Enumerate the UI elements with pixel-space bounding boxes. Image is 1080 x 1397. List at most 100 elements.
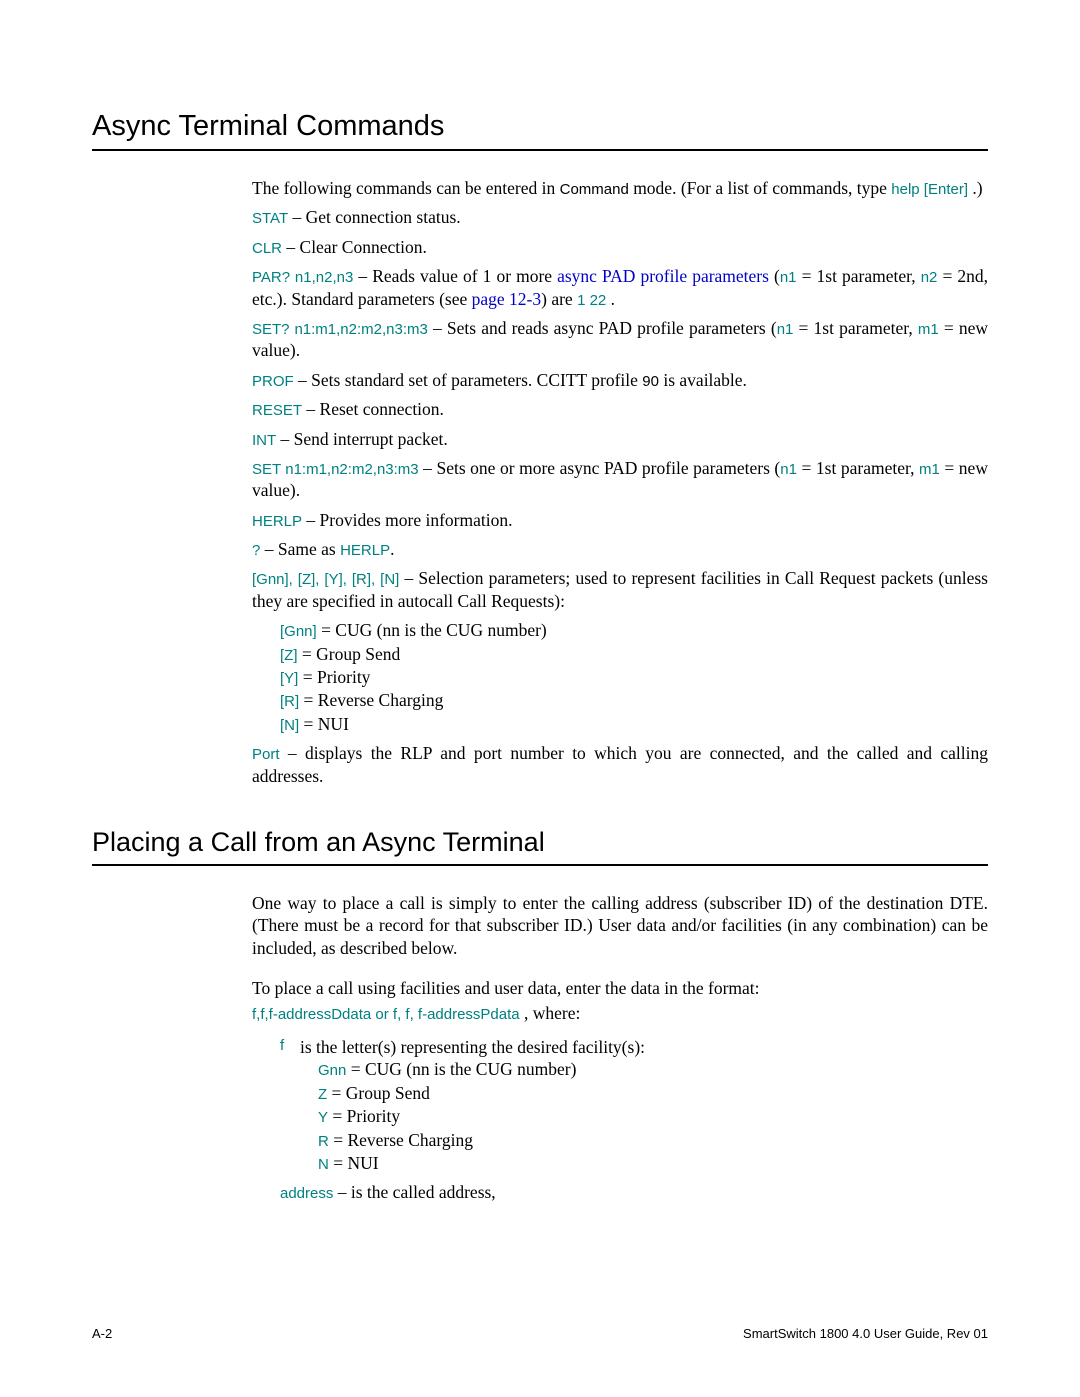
list-item: Gnn = CUG (nn is the CUG number): [318, 1058, 645, 1080]
text: = CUG (nn is the CUG number): [346, 1059, 576, 1079]
text: = Priority: [328, 1106, 400, 1126]
cmd-clr: CLR: [252, 240, 282, 257]
param-n1: n1: [780, 269, 797, 286]
link-page-12-3[interactable]: page 12-3: [472, 289, 542, 309]
param-1-22: 1 22: [577, 292, 606, 309]
text: – is the called address,: [333, 1182, 495, 1202]
link-async-pad-profile-parameters[interactable]: async PAD profile parameters: [557, 266, 769, 286]
section-placing-call: Placing a Call from an Async Terminal On…: [92, 827, 988, 1204]
param-m1: m1: [918, 321, 939, 338]
list-item: [Y] = Priority: [280, 666, 988, 688]
cmd-setq: SET? n1:m1,n2:m2,n3:m3: [252, 321, 428, 338]
text: – Clear Connection.: [282, 237, 427, 257]
definition-list: f is the letter(s) representing the desi…: [280, 1036, 988, 1204]
text: = CUG (nn is the CUG number): [317, 620, 547, 640]
selection-list: [Gnn] = CUG (nn is the CUG number) [Z] =…: [280, 619, 988, 735]
cmd-selection-line: [Gnn], [Z], [Y], [R], [N] – Selection pa…: [252, 567, 988, 612]
list-item: [N] = NUI: [280, 713, 988, 735]
cmd-port-line: Port – displays the RLP and port number …: [252, 742, 988, 787]
format-string: f,f,f-addressDdata or f, f, f-addressPda…: [252, 1006, 520, 1023]
key-n: [N]: [280, 717, 299, 734]
cmd-port: Port: [252, 746, 280, 763]
key-y: [Y]: [280, 670, 298, 687]
text-90: 90: [642, 373, 659, 390]
heading-rule: [92, 149, 988, 151]
cmd-herlp-ref: HERLP: [340, 542, 390, 559]
text: .: [390, 539, 394, 559]
text: The following commands can be entered in: [252, 178, 560, 198]
key-n: N: [318, 1156, 329, 1173]
text: = 1st parameter,: [797, 458, 919, 478]
heading-rule: [92, 864, 988, 866]
cmd-int: INT: [252, 432, 276, 449]
text: is the letter(s) representing the desire…: [300, 1036, 645, 1058]
text: (: [769, 266, 780, 286]
list-item: N = NUI: [318, 1152, 645, 1174]
cmd-stat: STAT: [252, 210, 288, 227]
definition-address: address – is the called address,: [280, 1181, 988, 1203]
definition-f: f is the letter(s) representing the desi…: [280, 1036, 988, 1175]
cmd-herlp: HERLP: [252, 513, 302, 530]
list-item: [Z] = Group Send: [280, 643, 988, 665]
text: = 1st parameter,: [797, 266, 921, 286]
text: = Reverse Charging: [299, 690, 443, 710]
text: – Send interrupt packet.: [276, 429, 448, 449]
text: .): [968, 178, 983, 198]
def-body: is the letter(s) representing the desire…: [300, 1036, 645, 1175]
cmd-reset-line: RESET – Reset connection.: [252, 398, 988, 420]
intro-paragraph: The following commands can be entered in…: [252, 177, 988, 199]
page-footer: A-2 SmartSwitch 1800 4.0 User Guide, Rev…: [92, 1326, 988, 1341]
text: mode. (For a list of commands, type: [629, 178, 891, 198]
cmd-par: PAR? n1,n2,n3: [252, 269, 353, 286]
heading-placing-call: Placing a Call from an Async Terminal: [92, 827, 988, 858]
cmd-clr-line: CLR – Clear Connection.: [252, 236, 988, 258]
paragraph: To place a call using facilities and use…: [252, 977, 988, 999]
cmd-selection-params: [Gnn], [Z], [Y], [R], [N]: [252, 571, 399, 588]
param-n1: n1: [780, 461, 797, 478]
text: = NUI: [329, 1153, 379, 1173]
text: = NUI: [299, 714, 349, 734]
cmd-set-line: SET n1:m1,n2:m2,n3:m3 – Sets one or more…: [252, 457, 988, 502]
key-gnn: Gnn: [318, 1062, 346, 1079]
text: = Group Send: [327, 1083, 430, 1103]
list-item: [R] = Reverse Charging: [280, 689, 988, 711]
text: – Reads value of 1 or more: [353, 266, 557, 286]
param-n2: n2: [921, 269, 938, 286]
paragraph: One way to place a call is simply to ent…: [252, 892, 988, 959]
key-z: Z: [318, 1086, 327, 1103]
text: – Sets and reads async PAD profile param…: [428, 318, 777, 338]
text: – Same as: [260, 539, 340, 559]
text: = 1st parameter,: [793, 318, 917, 338]
text-command-mode: Command: [560, 181, 629, 198]
cmd-par-line: PAR? n1,n2,n3 – Reads value of 1 or more…: [252, 265, 988, 310]
cmd-help-enter: help [Enter]: [891, 181, 968, 198]
page: Async Terminal Commands The following co…: [0, 0, 1080, 1271]
footer-doc-title: SmartSwitch 1800 4.0 User Guide, Rev 01: [743, 1326, 988, 1341]
cmd-setq-line: SET? n1:m1,n2:m2,n3:m3 – Sets and reads …: [252, 317, 988, 362]
key-r: [R]: [280, 693, 299, 710]
text: , where:: [520, 1003, 581, 1023]
text: = Priority: [298, 667, 370, 687]
text: – displays the RLP and port number to wh…: [252, 743, 988, 785]
list-item: Y = Priority: [318, 1105, 645, 1127]
text: = Group Send: [298, 644, 401, 664]
cmd-reset: RESET: [252, 402, 302, 419]
cmd-set: SET n1:m1,n2:m2,n3:m3: [252, 461, 419, 478]
cmd-prof-line: PROF – Sets standard set of parameters. …: [252, 369, 988, 391]
key-address: address: [280, 1185, 333, 1202]
list-item: [Gnn] = CUG (nn is the CUG number): [280, 619, 988, 641]
key-z: [Z]: [280, 647, 298, 664]
param-n1: n1: [777, 321, 794, 338]
text: – Get connection status.: [288, 207, 461, 227]
text: is available.: [659, 370, 747, 390]
heading-async-terminal-commands: Async Terminal Commands: [92, 110, 988, 143]
param-m1: m1: [919, 461, 940, 478]
cmd-herlp-line: HERLP – Provides more information.: [252, 509, 988, 531]
text: ) are: [541, 289, 577, 309]
list-item: Z = Group Send: [318, 1082, 645, 1104]
text: – Sets standard set of parameters. CCITT…: [294, 370, 643, 390]
key-r: R: [318, 1133, 329, 1150]
text: – Provides more information.: [302, 510, 512, 530]
cmd-question-line: ? – Same as HERLP.: [252, 538, 988, 560]
cmd-stat-line: STAT – Get connection status.: [252, 206, 988, 228]
